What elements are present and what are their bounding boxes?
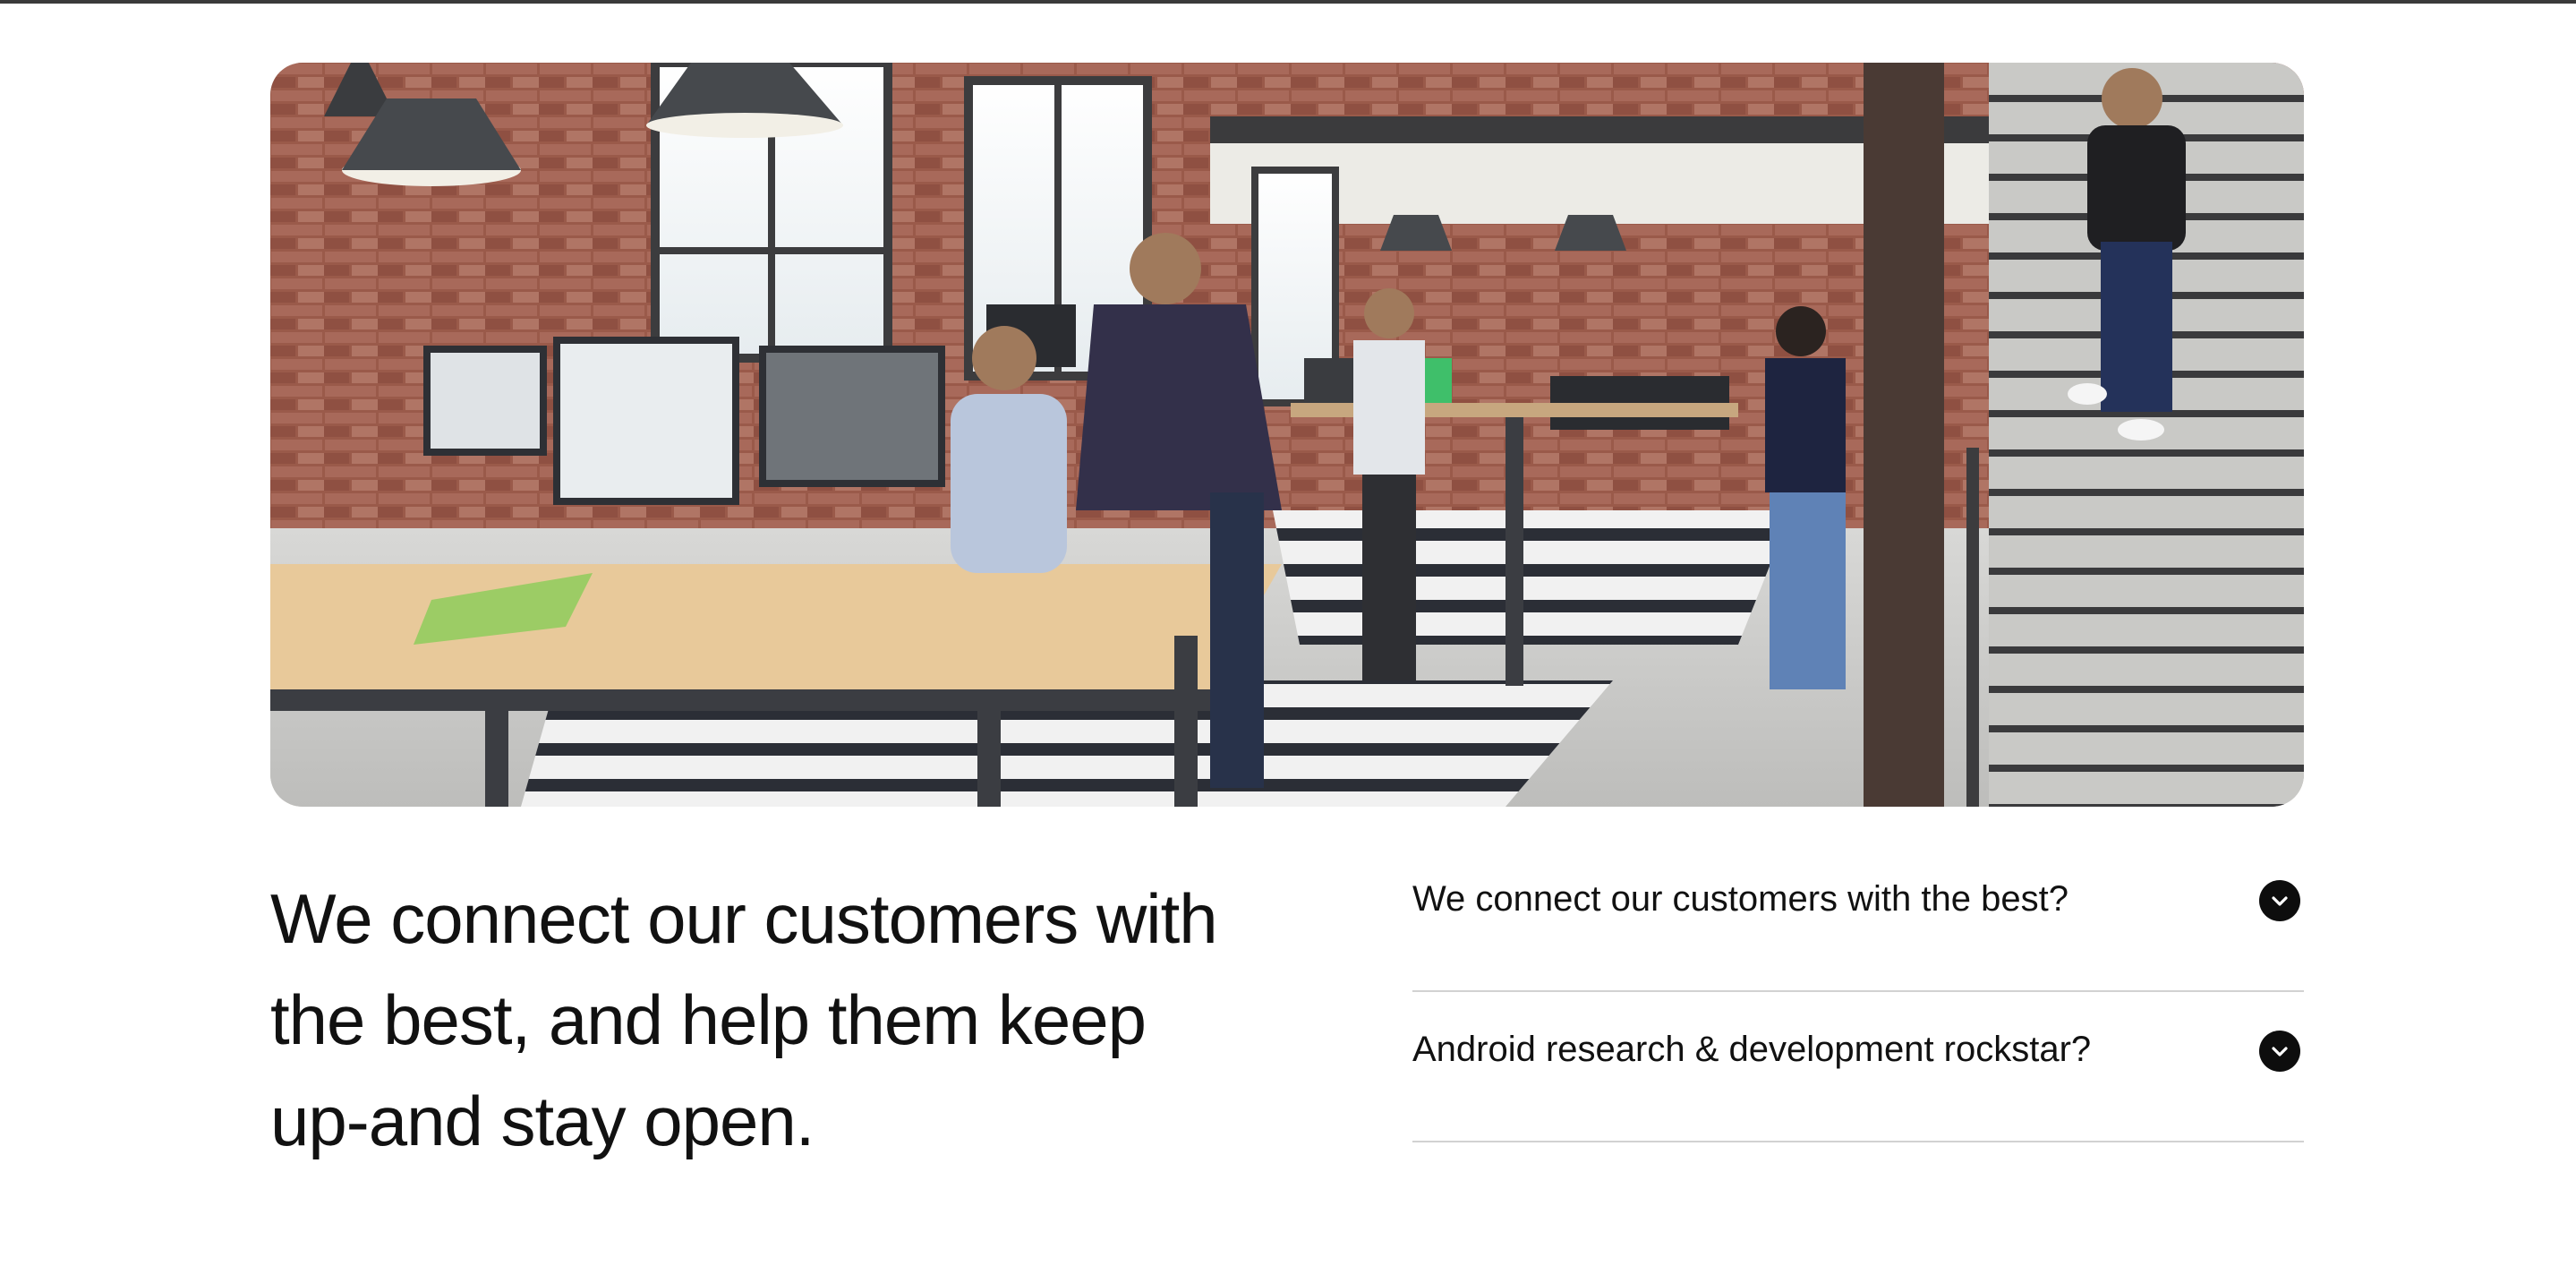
- office-photo: [270, 63, 2304, 807]
- faq-item-2[interactable]: Android research & development rockstar?: [1412, 992, 2304, 1142]
- hero-image: [270, 63, 2304, 807]
- faq-question: We connect our customers with the best?: [1412, 879, 2068, 919]
- page-headline: We connect our customers with the best, …: [270, 879, 1218, 1160]
- top-divider: [0, 0, 2576, 4]
- chevron-down-icon[interactable]: [2259, 1031, 2300, 1072]
- faq-question: Android research & development rockstar?: [1412, 1030, 2092, 1069]
- faq-item-1[interactable]: We connect our customers with the best?: [1412, 842, 2304, 992]
- chevron-down-icon[interactable]: [2259, 880, 2300, 921]
- faq-accordion: We connect our customers with the best? …: [1412, 842, 2304, 1142]
